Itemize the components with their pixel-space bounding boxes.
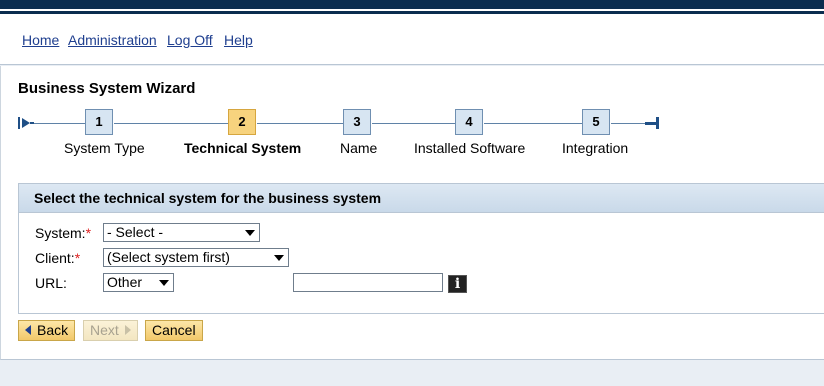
roadmap-step-1-label: System Type [64,140,145,156]
system-label: System:* [35,225,91,241]
roadmap-step-1[interactable]: 1 [85,109,113,135]
next-arrow-icon [124,325,131,336]
roadmap-step-4-label: Installed Software [414,140,526,156]
nav-link-log-off[interactable]: Log Off [167,32,213,48]
url-input[interactable] [293,273,443,292]
system-select[interactable]: - Select - [103,223,260,242]
cancel-button-label: Cancel [152,322,196,338]
url-type-select-value: Other [107,274,143,290]
roadmap-connector [114,123,228,124]
roadmap-connector [372,123,455,124]
top-banner [0,0,824,16]
roadmap-step-2-label: Technical System [184,140,302,156]
url-type-select[interactable]: Other [103,273,174,292]
roadmap-start-icon [18,117,34,129]
wizard-content: Business System Wizard 1 2 3 4 5 System … [0,66,824,360]
back-button-label: Back [37,322,69,338]
roadmap-connector [257,123,343,124]
client-label-text: Client: [35,250,75,266]
system-label-text: System: [35,225,86,241]
url-label: URL: [35,275,67,291]
page-title: Business System Wizard [18,80,196,97]
roadmap-step-4[interactable]: 4 [455,109,483,135]
required-marker: * [85,225,92,241]
top-banner-line [0,11,824,14]
roadmap-step-2[interactable]: 2 [228,109,256,135]
top-banner-bar [0,0,824,9]
roadmap-end-icon [645,117,659,129]
roadmap-connector [34,123,85,124]
dropdown-arrow-icon [159,280,169,286]
system-select-value: - Select - [107,224,164,240]
technical-system-panel: Select the technical system for the busi… [18,183,824,314]
roadmap-connector [484,123,582,124]
nav-link-home[interactable]: Home [22,32,59,48]
next-button[interactable]: Next [83,320,138,341]
back-arrow-icon [25,325,31,336]
dropdown-arrow-icon [245,230,255,236]
back-button[interactable]: Back [18,320,76,341]
nav-link-administration[interactable]: Administration [68,32,157,48]
required-marker: * [74,250,81,266]
info-icon[interactable]: i [448,275,467,293]
roadmap-step-3-label: Name [340,140,378,156]
client-select[interactable]: (Select system first) [103,248,289,267]
roadmap-step-5-label: Integration [562,140,629,156]
dropdown-arrow-icon [274,255,284,261]
cancel-button[interactable]: Cancel [145,320,203,341]
roadmap-step-3[interactable]: 3 [343,109,371,135]
roadmap-connector [611,123,649,124]
client-select-value: (Select system first) [107,249,230,265]
next-button-label: Next [90,322,119,338]
panel-heading: Select the technical system for the busi… [19,184,824,213]
nav-link-help[interactable]: Help [224,32,253,48]
roadmap-step-5[interactable]: 5 [582,109,610,135]
wizard-roadmap: 1 2 3 4 5 System Type Technical System N… [1,106,701,166]
client-label: Client:* [35,250,80,266]
top-navigation: Home Administration Log Off Help [0,16,824,65]
